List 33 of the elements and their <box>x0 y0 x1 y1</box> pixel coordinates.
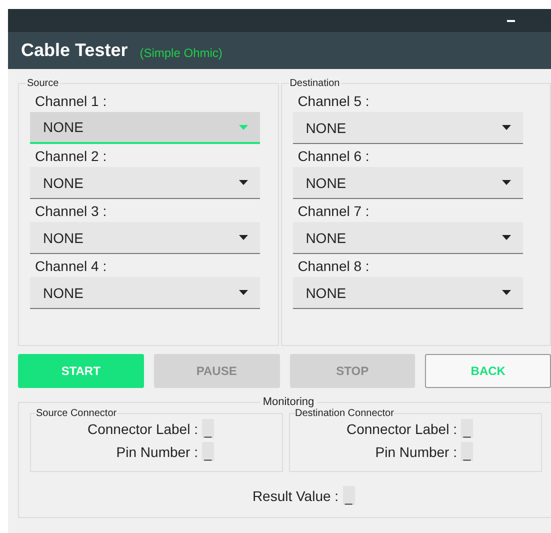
channel-label: Channel 5 : <box>298 93 370 109</box>
group-title: Source <box>26 78 60 89</box>
field-label: Connector Label : <box>346 420 457 436</box>
channel-dropdown[interactable]: NONE <box>30 222 260 254</box>
field-value: _ <box>202 419 214 438</box>
connector-title: Source Connector <box>36 408 117 419</box>
window-title: Cable Tester <box>21 40 128 61</box>
channel-dropdown[interactable]: NONE <box>292 112 523 144</box>
channel-dropdown[interactable]: NONE <box>30 112 260 144</box>
field-label: Connector Label : <box>87 420 198 436</box>
channel-dropdown[interactable]: NONE <box>292 277 523 309</box>
field-value: _ <box>202 442 214 461</box>
channel-label: Channel 8 : <box>298 258 370 274</box>
field-value: _ <box>461 419 473 438</box>
connector-title: Destination Connector <box>295 408 394 419</box>
field-label: Pin Number : <box>375 444 457 460</box>
channel-dropdown[interactable]: NONE <box>30 277 260 309</box>
monitoring-title: Monitoring <box>262 396 316 408</box>
group-title: Destination <box>288 78 341 89</box>
result-value: _ <box>342 486 355 505</box>
field-label: Pin Number : <box>116 444 198 460</box>
result-label: Result Value : <box>252 488 339 504</box>
channel-label: Channel 3 : <box>35 203 108 219</box>
channel-label: Channel 4 : <box>35 258 108 274</box>
window-subtitle: (Simple Ohmic) <box>140 46 222 60</box>
channel-dropdown[interactable]: NONE <box>292 167 523 199</box>
channel-label: Channel 2 : <box>35 148 108 164</box>
channel-label: Channel 6 : <box>298 148 370 164</box>
channel-label: Channel 7 : <box>298 203 370 219</box>
channel-label: Channel 1 : <box>35 93 108 109</box>
channel-dropdown[interactable]: NONE <box>30 167 260 199</box>
field-value: _ <box>461 442 473 461</box>
channel-dropdown[interactable]: NONE <box>292 222 523 254</box>
